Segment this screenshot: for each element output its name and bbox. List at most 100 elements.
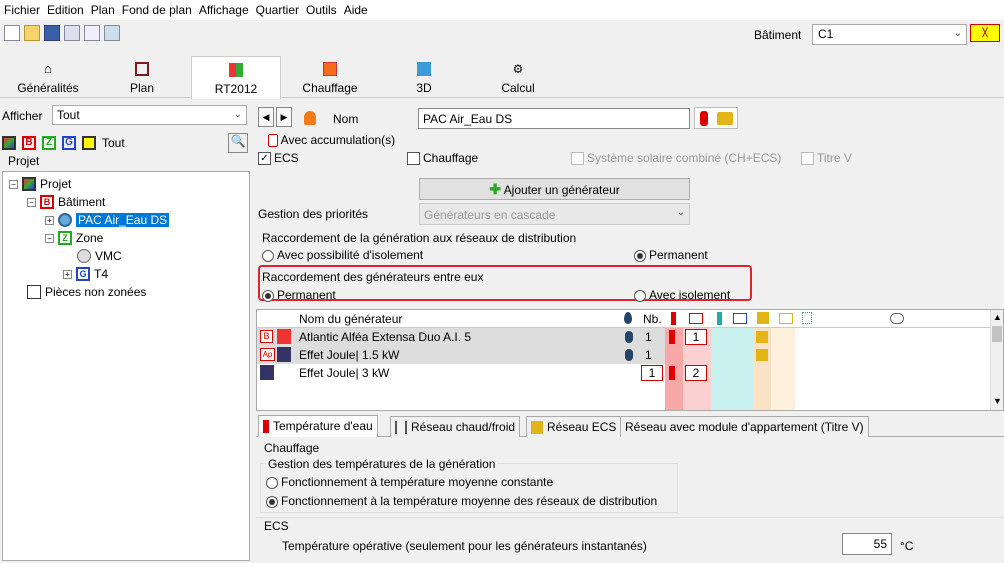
radio-label: Fonctionnement à la température moyenne … <box>281 494 658 508</box>
tree-node-pac[interactable]: + PAC Air_Eau DS <box>45 212 170 228</box>
tab-generalites[interactable]: ⌂ Généralités <box>3 60 93 98</box>
disabled-tool-icon[interactable]: ╳ <box>970 24 1000 42</box>
tree-label: T4 <box>94 267 109 281</box>
tab-temperature-eau[interactable]: Température d'eau <box>258 415 378 438</box>
scroll-down-icon[interactable]: ▼ <box>993 396 1002 406</box>
menu-affichage[interactable]: Affichage <box>199 3 249 17</box>
col-header-nb: Nb. <box>643 312 662 326</box>
table-row[interactable]: Ap Effet Joule| 1.5 kW 1 <box>257 346 665 364</box>
ecs-checkbox[interactable]: ✓ ECS <box>258 151 299 166</box>
raccord-gen-permanent-radio[interactable]: Permanent <box>262 288 336 302</box>
tree-node-pieces[interactable]: Pièces non zonées <box>27 284 146 300</box>
menu-outils[interactable]: Outils <box>306 3 337 17</box>
tree-node-t4[interactable]: + G T4 <box>63 266 108 282</box>
temp-constante-radio[interactable]: Fonctionnement à température moyenne con… <box>266 475 553 489</box>
scroll-thumb[interactable] <box>992 326 1002 342</box>
menu-edition[interactable]: Edition <box>47 3 84 17</box>
col-cyan <box>711 328 753 410</box>
nb-input[interactable]: 1 <box>641 365 663 381</box>
thermometer-icon <box>669 330 675 344</box>
expand-icon[interactable]: + <box>63 269 72 279</box>
table-row[interactable]: Effet Joule| 3 kW <box>257 364 665 382</box>
table-row[interactable]: B Atlantic Alféa Extensa Duo A.I. 5 1 <box>257 328 665 346</box>
row-name: Atlantic Alféa Extensa Duo A.I. 5 <box>299 330 472 344</box>
filter-groupe-button[interactable]: G <box>62 136 76 150</box>
thermometer-icon <box>700 111 708 126</box>
solaire-checkbox[interactable]: Système solaire combiné (CH+ECS) <box>571 151 782 166</box>
next-button[interactable]: ▶ <box>276 107 292 127</box>
batiment-select[interactable]: C1 ⌄ <box>812 24 967 45</box>
search-button[interactable]: 🔍 <box>228 133 248 153</box>
batiment-icon: B <box>40 195 54 209</box>
add-generator-button[interactable]: ✚ Ajouter un générateur <box>419 178 690 200</box>
rank-input[interactable]: 1 <box>685 329 707 345</box>
tab-chauffage[interactable]: Chauffage <box>285 60 375 98</box>
plus-icon: ✚ <box>489 181 501 197</box>
prev-button[interactable]: ◀ <box>258 107 274 127</box>
rank-input[interactable]: 2 <box>685 365 707 381</box>
chauffage-checkbox[interactable]: Chauffage <box>407 151 478 166</box>
menu-fond-de-plan[interactable]: Fond de plan <box>122 3 192 17</box>
rank-cold-icon <box>733 313 747 324</box>
tab-3d[interactable]: 3D <box>379 60 469 98</box>
temp-reseaux-radio[interactable]: Fonctionnement à la température moyenne … <box>266 494 657 508</box>
temp-operative-label: Température opérative (seulement pour le… <box>282 539 647 553</box>
menu-bar: Fichier Edition Plan Fond de plan Affich… <box>0 0 1004 20</box>
generators-grid[interactable]: Nom du générateur Nb. B Atlantic Alféa E… <box>256 309 1004 411</box>
tab-plan[interactable]: Plan <box>97 60 187 98</box>
filter-zone-button[interactable]: Z <box>42 136 56 150</box>
tab-calcul[interactable]: ⚙ Calcul <box>473 60 563 98</box>
tab-rt2012[interactable]: RT2012 <box>191 56 281 99</box>
collapse-icon[interactable]: − <box>45 233 54 243</box>
collapse-icon[interactable]: − <box>27 197 36 207</box>
raccord-gen-isolement-radio[interactable]: Avec isolement <box>634 288 730 302</box>
grid-scrollbar[interactable]: ▲ ▼ <box>990 310 1003 410</box>
home-icon: ⌂ <box>44 61 52 76</box>
gestion-select[interactable]: Générateurs en cascade ⌄ <box>419 203 690 225</box>
table-icon[interactable] <box>104 25 120 41</box>
network-icon[interactable] <box>84 25 100 41</box>
menu-fichier[interactable]: Fichier <box>4 3 40 17</box>
shower-icon <box>802 312 812 324</box>
avec-accumulation-row[interactable]: Avec accumulation(s) <box>268 133 395 148</box>
list-icon[interactable] <box>64 25 80 41</box>
tab-reseau-ecs[interactable]: Réseau ECS <box>526 416 622 437</box>
afficher-select[interactable]: Tout ⌄ <box>52 105 247 125</box>
collapse-icon[interactable]: − <box>9 179 18 189</box>
save-icon[interactable] <box>44 25 60 41</box>
search-icon: 🔍 <box>230 134 246 148</box>
tab-reseau-chaud-froid[interactable]: Réseau chaud/froid <box>390 416 521 437</box>
raccord-distrib-permanent-radio[interactable]: Permanent <box>634 248 708 262</box>
solaire-label: Système solaire combiné (CH+ECS) <box>587 151 782 165</box>
row-name: Effet Joule| 3 kW <box>299 366 390 380</box>
menu-plan[interactable]: Plan <box>91 3 115 17</box>
filter-batiment-button[interactable]: B <box>22 136 36 150</box>
faucet-icon <box>717 112 733 125</box>
titre-v-checkbox[interactable]: Titre V <box>801 151 852 166</box>
generator-icon <box>58 213 72 227</box>
open-folder-icon[interactable] <box>24 25 40 41</box>
temp-operative-input[interactable]: 55 <box>842 533 892 555</box>
scroll-up-icon[interactable]: ▲ <box>993 312 1002 322</box>
menu-quartier[interactable]: Quartier <box>256 3 299 17</box>
nom-input[interactable]: PAC Air_Eau DS <box>418 108 690 129</box>
tree-node-vmc[interactable]: VMC <box>77 248 122 264</box>
filter-tout-label[interactable]: Tout <box>102 136 125 150</box>
raccord-distrib-isolement-radio[interactable]: Avec possibilité d'isolement <box>262 248 423 262</box>
menu-aide[interactable]: Aide <box>344 3 368 17</box>
tank-icon <box>268 134 278 148</box>
type-icons-button[interactable] <box>694 107 738 129</box>
tree-label: VMC <box>95 249 122 263</box>
tab-reseau-titre-v[interactable]: Réseau avec module d'appartement (Titre … <box>620 416 869 437</box>
project-tree[interactable]: − Projet − B Bâtiment + PAC Air_Eau DS −… <box>2 171 250 561</box>
row-nb: 1 <box>645 348 652 362</box>
tree-node-projet[interactable]: − Projet <box>9 176 71 192</box>
tree-node-zone[interactable]: − Z Zone <box>45 230 103 246</box>
tab-label: Généralités <box>17 81 79 95</box>
expand-icon[interactable]: + <box>45 215 54 225</box>
filter-all-types-icon[interactable] <box>2 136 16 150</box>
filter-tout-icon[interactable] <box>82 136 96 150</box>
new-file-icon[interactable] <box>4 25 20 41</box>
tree-node-batiment[interactable]: − B Bâtiment <box>27 194 105 210</box>
tab-label: Calcul <box>501 81 535 95</box>
